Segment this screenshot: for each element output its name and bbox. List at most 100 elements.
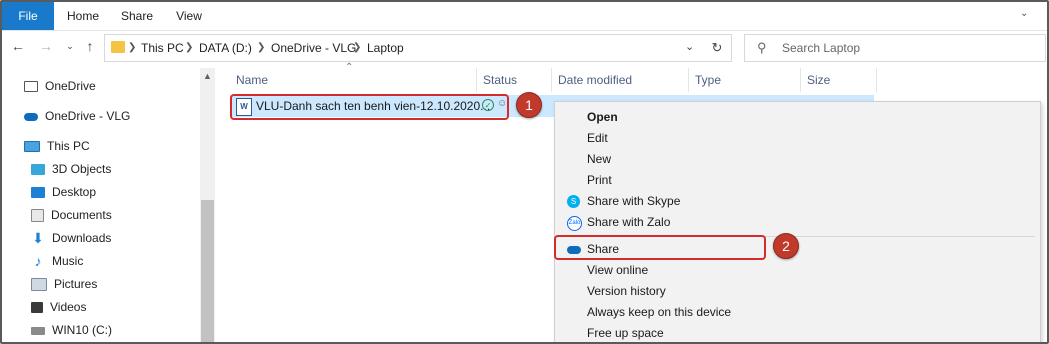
up-arrow-icon[interactable]: ↑ <box>82 38 98 54</box>
file-explorer-window: File Home Share View ⌄ ← → ⌄ ↑ ❯ This PC… <box>0 0 1049 344</box>
chevron-down-icon[interactable]: ⌄ <box>1020 8 1028 19</box>
menu-item-new[interactable]: New <box>555 149 1040 170</box>
navigation-pane: OneDrive OneDrive - VLG This PC 3D Objec… <box>2 68 216 342</box>
menu-item-version-history[interactable]: Version history <box>555 281 1040 302</box>
menu-item-label: Always keep on this device <box>587 305 732 319</box>
callout-badge-1: 1 <box>516 92 542 118</box>
column-header-name[interactable]: Name <box>236 68 268 92</box>
nav-item-label: Desktop <box>52 185 97 199</box>
forward-arrow-icon[interactable]: → <box>38 38 54 54</box>
desktop-icon <box>31 187 45 199</box>
nav-item-onedrive[interactable]: OneDrive <box>24 75 96 97</box>
computer-icon <box>24 141 40 153</box>
videos-icon <box>31 302 43 314</box>
skype-icon: S <box>567 195 580 208</box>
nav-item-label: This PC <box>47 139 90 153</box>
highlight-box-file <box>230 94 509 120</box>
menu-item-open[interactable]: Open <box>555 107 1040 128</box>
nav-item-onedrive-vlg[interactable]: OneDrive - VLG <box>24 105 130 127</box>
nav-item-label: OneDrive <box>45 79 96 93</box>
menu-item-label: Share with Skype <box>587 194 681 208</box>
3d-objects-icon <box>31 164 45 176</box>
documents-icon <box>31 209 44 223</box>
tab-home[interactable]: Home <box>60 2 106 30</box>
breadcrumb-this-pc[interactable]: This PC <box>141 35 184 61</box>
cloud-icon <box>24 112 38 121</box>
chevron-right-icon: ❯ <box>185 42 194 53</box>
column-header-size[interactable]: Size <box>807 68 830 92</box>
menu-item-free-up-space[interactable]: Free up space <box>555 323 1040 342</box>
nav-item-documents[interactable]: Documents <box>31 204 112 226</box>
tab-file[interactable]: File <box>2 2 54 30</box>
chevron-right-icon: ❯ <box>128 42 137 53</box>
breadcrumb-onedrive-vlg[interactable]: OneDrive - VLG <box>271 35 356 61</box>
menu-item-label: Print <box>587 173 612 187</box>
nav-pane-scrollbar[interactable]: ▲ <box>200 68 215 342</box>
tab-share[interactable]: Share <box>112 2 162 30</box>
chevron-right-icon: ❯ <box>353 42 362 53</box>
menu-item-print[interactable]: Print <box>555 170 1040 191</box>
menu-item-label: Share with Zalo <box>587 215 671 229</box>
nav-item-downloads[interactable]: ⬇ Downloads <box>31 227 111 249</box>
search-icon: ⚲ <box>757 40 767 55</box>
scroll-thumb[interactable] <box>201 200 214 342</box>
nav-item-desktop[interactable]: Desktop <box>31 181 96 203</box>
address-dropdown-icon[interactable]: ⌄ <box>685 40 694 53</box>
menu-item-label: View online <box>587 263 649 277</box>
music-note-icon: ♪ <box>34 253 42 270</box>
navigation-bar: ← → ⌄ ↑ ❯ This PC ❯ DATA (D:) ❯ OneDrive… <box>2 31 1047 63</box>
ribbon: File Home Share View ⌄ <box>2 2 1047 31</box>
search-input[interactable]: ⚲ Search Laptop <box>744 34 1046 62</box>
download-arrow-icon: ⬇ <box>32 230 44 247</box>
context-menu: Open Edit New Print S Share with Skype Z… <box>554 101 1041 342</box>
nav-item-label: Music <box>52 254 84 268</box>
column-divider[interactable] <box>476 68 477 92</box>
menu-item-always-keep-on-device[interactable]: Always keep on this device <box>555 302 1040 323</box>
column-divider[interactable] <box>551 68 552 92</box>
menu-item-share-with-zalo[interactable]: Zalo Share with Zalo <box>555 212 1040 233</box>
nav-item-pictures[interactable]: Pictures <box>31 273 97 295</box>
nav-item-music[interactable]: ♪ Music <box>31 250 84 272</box>
nav-item-this-pc[interactable]: This PC <box>24 135 90 157</box>
menu-item-label: Open <box>587 110 618 124</box>
nav-item-label: Pictures <box>54 277 98 291</box>
search-placeholder: Search Laptop <box>782 41 861 55</box>
drive-icon <box>31 326 45 335</box>
scroll-up-icon[interactable]: ▲ <box>200 68 215 84</box>
column-header-status[interactable]: Status <box>483 68 517 92</box>
address-bar[interactable]: ❯ This PC ❯ DATA (D:) ❯ OneDrive - VLG ❯… <box>104 34 732 62</box>
menu-item-label: Version history <box>587 284 666 298</box>
column-divider[interactable] <box>688 68 689 92</box>
column-divider[interactable] <box>876 68 877 92</box>
menu-item-label: Free up space <box>587 326 664 340</box>
refresh-icon[interactable]: ↻ <box>706 37 728 59</box>
back-arrow-icon[interactable]: ← <box>10 38 26 54</box>
menu-item-label: New <box>587 152 612 166</box>
recent-locations-chevron-icon[interactable]: ⌄ <box>62 38 78 54</box>
menu-item-share-with-skype[interactable]: S Share with Skype <box>555 191 1040 212</box>
nav-item-win10-c[interactable]: WIN10 (C:) <box>31 319 112 341</box>
nav-item-label: OneDrive - VLG <box>45 109 131 123</box>
onedrive-window-icon <box>24 81 38 93</box>
nav-item-label: WIN10 (C:) <box>52 323 112 337</box>
column-divider[interactable] <box>800 68 801 92</box>
nav-item-label: 3D Objects <box>52 162 112 176</box>
callout-badge-2: 2 <box>773 233 799 259</box>
column-header-date-modified[interactable]: Date modified <box>558 68 632 92</box>
nav-item-label: Documents <box>51 208 112 222</box>
highlight-box-share <box>554 235 766 260</box>
breadcrumb-data-drive[interactable]: DATA (D:) <box>199 35 252 61</box>
folder-icon <box>111 41 125 53</box>
breadcrumb-laptop[interactable]: Laptop <box>367 35 404 61</box>
nav-item-3d-objects[interactable]: 3D Objects <box>31 158 111 180</box>
zalo-icon: Zalo <box>567 216 582 231</box>
column-header-type[interactable]: Type <box>695 68 721 92</box>
menu-item-edit[interactable]: Edit <box>555 128 1040 149</box>
sort-ascending-icon: ⌃ <box>345 62 354 73</box>
chevron-right-icon: ❯ <box>257 42 266 53</box>
pictures-icon <box>31 278 47 292</box>
menu-item-view-online[interactable]: View online <box>555 260 1040 281</box>
nav-item-label: Videos <box>50 300 87 314</box>
nav-item-videos[interactable]: Videos <box>31 296 86 318</box>
tab-view[interactable]: View <box>168 2 210 30</box>
